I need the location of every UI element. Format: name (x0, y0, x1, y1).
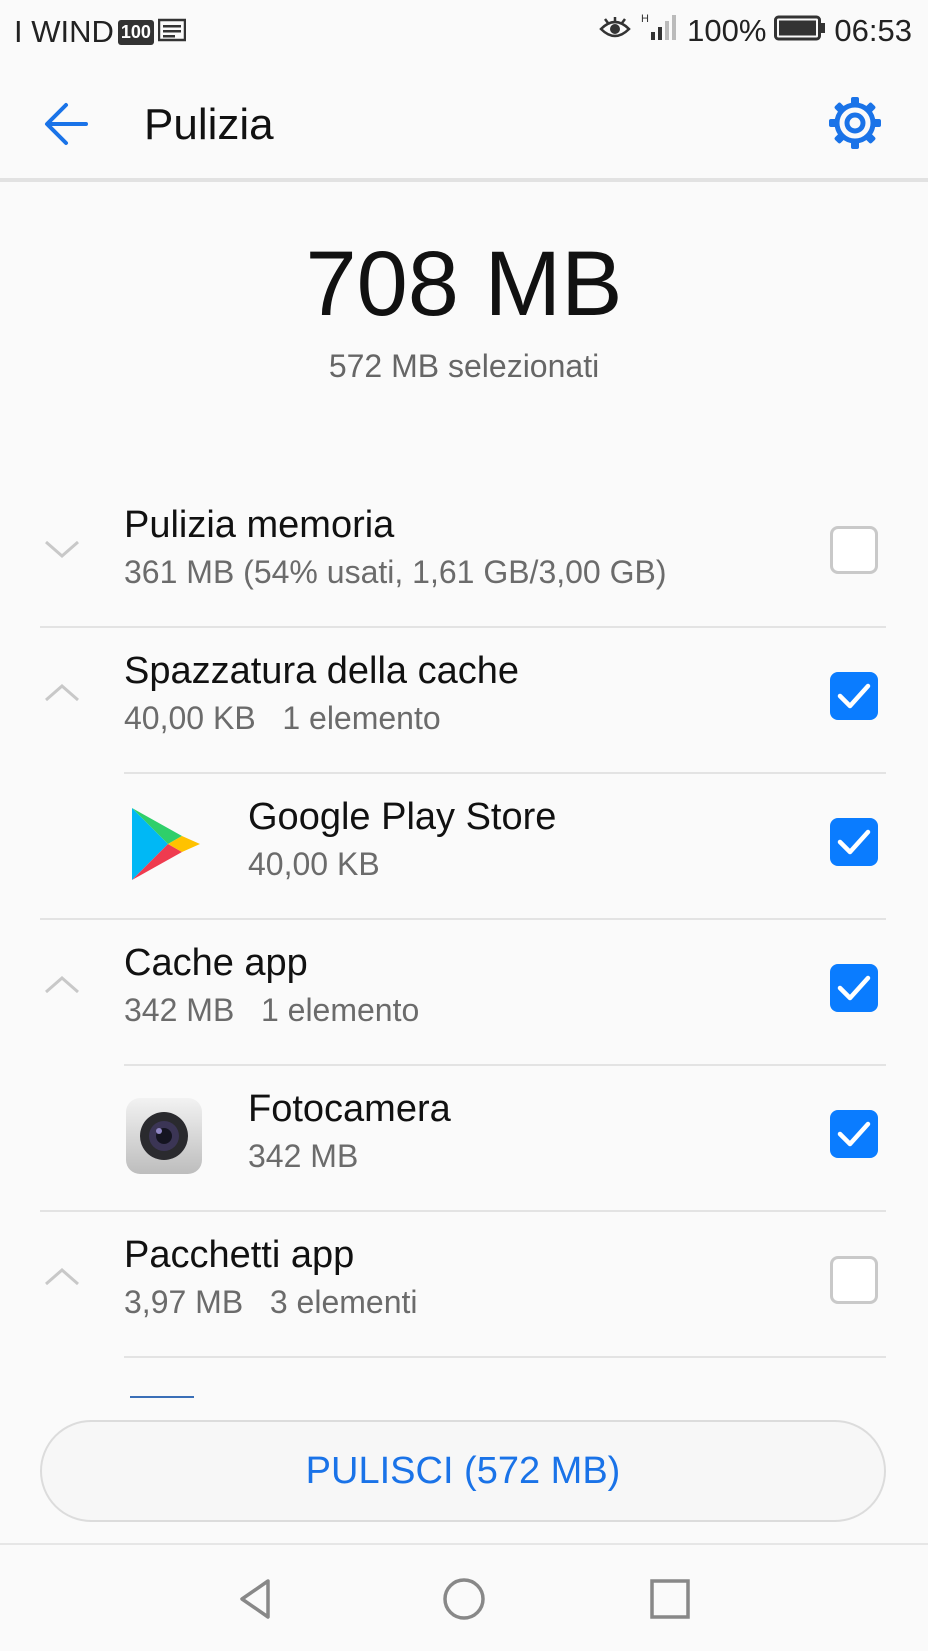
category-subtitle: 361 MB (54% usati, 1,61 GB/3,00 GB) (124, 554, 667, 590)
checkbox-memory[interactable] (830, 526, 878, 574)
partial-app-icon (130, 1396, 194, 1398)
checkbox-camera[interactable] (830, 1110, 878, 1158)
svg-text:H: H (641, 13, 649, 25)
app-subtitle: 40,00 KB (248, 846, 380, 882)
arrow-left-icon (45, 103, 88, 145)
page-title: Pulizia (144, 100, 274, 149)
battery-percent: 100% (687, 13, 767, 48)
checkmark-icon (837, 683, 871, 709)
signal-icon: H (639, 12, 679, 50)
battery-icon (774, 13, 826, 49)
clock: 06:53 (834, 13, 912, 48)
checkmark-icon (837, 829, 871, 855)
checkmark-icon (837, 1121, 871, 1147)
gear-icon (829, 97, 881, 149)
carrier-label: I WIND (14, 14, 114, 49)
checkbox-app-cache[interactable] (830, 964, 878, 1012)
category-row-app-packages[interactable]: Pacchetti app 3,97 MB 3 elementi (0, 1210, 928, 1356)
partial-list-row (0, 1358, 928, 1398)
notification-icon (157, 14, 187, 50)
category-title: Spazzatura della cache (124, 650, 520, 692)
navigation-bar (0, 1543, 928, 1651)
app-row-google-play[interactable]: Google Play Store 40,00 KB (0, 772, 928, 918)
clean-button[interactable]: PULISCI (572 MB) (40, 1420, 886, 1522)
checkbox-cache-junk[interactable] (830, 672, 878, 720)
chevron-up-icon[interactable] (38, 1254, 86, 1302)
category-title: Pacchetti app (124, 1234, 355, 1276)
nav-recents-icon[interactable] (646, 1575, 694, 1623)
category-subtitle: 342 MB 1 elemento (124, 992, 420, 1028)
app-bar: Pulizia (0, 64, 928, 182)
checkbox-app-packages[interactable] (830, 1256, 878, 1304)
checkmark-icon (837, 975, 871, 1001)
app-title: Google Play Store (248, 796, 557, 838)
app-title: Fotocamera (248, 1088, 451, 1130)
category-subtitle: 40,00 KB 1 elemento (124, 700, 441, 736)
category-row-cache-junk[interactable]: Spazzatura della cache 40,00 KB 1 elemen… (0, 626, 928, 772)
status-bar: I WIND 100 H 100% 06:53 (0, 0, 928, 64)
app-row-camera[interactable]: Fotocamera 342 MB (0, 1064, 928, 1210)
chevron-up-icon[interactable] (38, 962, 86, 1010)
chevron-up-icon[interactable] (38, 670, 86, 718)
checkbox-google-play[interactable] (830, 818, 878, 866)
app-subtitle: 342 MB (248, 1138, 359, 1174)
network-badge: 100 (117, 19, 154, 45)
camera-app-icon (126, 1098, 202, 1174)
selected-size: 572 MB selezionati (328, 348, 600, 384)
status-right: H 100% 06:53 (599, 12, 912, 50)
settings-button[interactable] (826, 94, 884, 152)
chevron-down-icon[interactable] (38, 524, 86, 572)
category-title: Pulizia memoria (124, 504, 395, 546)
total-size: 708 MB (305, 233, 623, 335)
category-row-app-cache[interactable]: Cache app 342 MB 1 elemento (0, 918, 928, 1064)
category-subtitle: 3,97 MB 3 elementi (124, 1284, 418, 1320)
status-left: I WIND 100 (14, 14, 187, 50)
google-play-icon (132, 808, 200, 880)
category-title: Cache app (124, 942, 308, 984)
nav-back-icon[interactable] (232, 1575, 280, 1623)
nav-home-icon[interactable] (440, 1575, 488, 1623)
back-button[interactable] (40, 94, 100, 154)
eye-comfort-icon (599, 13, 631, 49)
category-row-memory[interactable]: Pulizia memoria 361 MB (54% usati, 1,61 … (0, 480, 928, 626)
